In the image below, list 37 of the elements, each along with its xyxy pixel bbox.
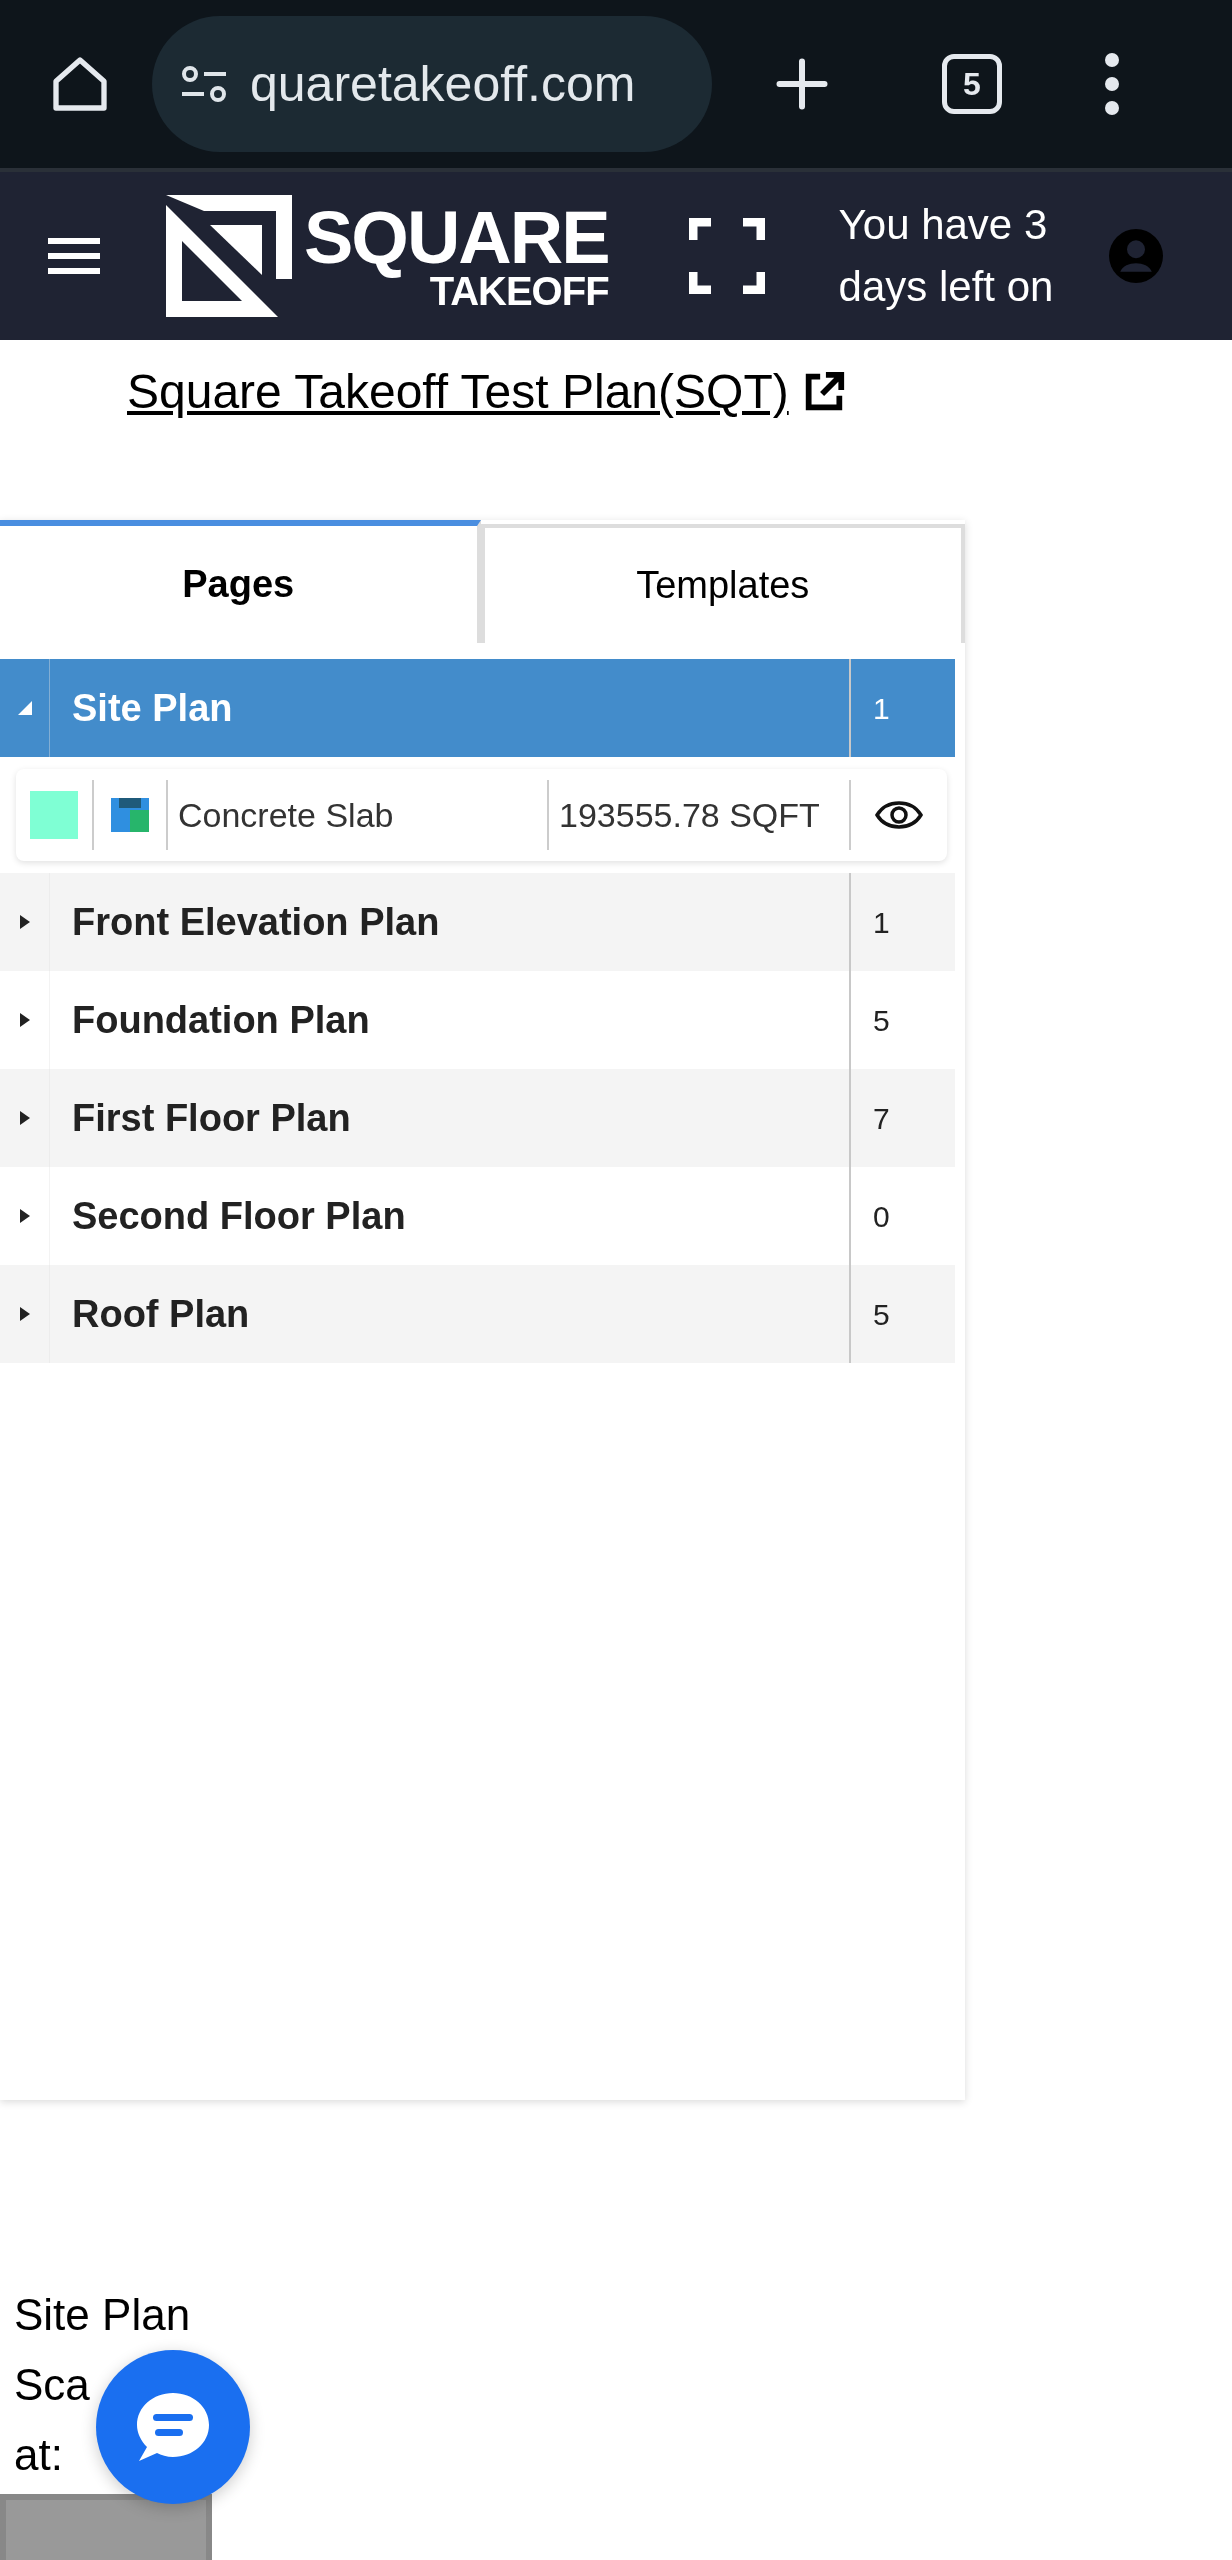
page-info-text: Site Plan xyxy=(14,2289,191,2341)
takeoff-item-row[interactable]: Concrete Slab 193555.78 SQFT xyxy=(16,769,947,861)
page-name: Foundation Plan xyxy=(71,997,371,1043)
more-icon[interactable] xyxy=(1102,52,1122,116)
address-bar[interactable]: quaretakeoff.com xyxy=(152,16,712,152)
area-tool-icon xyxy=(111,798,149,832)
page-count: 1 xyxy=(873,904,890,941)
page-name: Front Elevation Plan xyxy=(71,899,441,945)
page-row[interactable]: First Floor Plan 7 xyxy=(0,1069,955,1167)
page-row[interactable]: Front Elevation Plan 1 xyxy=(0,873,955,971)
page-row[interactable]: Site Plan 1 xyxy=(0,659,955,757)
page-info-text: Sca xyxy=(14,2359,90,2411)
page-row[interactable]: Roof Plan 5 xyxy=(0,1265,955,1363)
page-count: 1 xyxy=(873,690,890,727)
item-quantity: 193555.78 SQFT xyxy=(549,780,851,850)
fullscreen-icon[interactable] xyxy=(688,218,765,294)
color-swatch[interactable] xyxy=(30,791,78,839)
logo-icon xyxy=(166,195,292,317)
logo-subtitle: TAKEOFF xyxy=(429,271,609,311)
page-name: First Floor Plan xyxy=(71,1095,352,1141)
tab-count[interactable]: 5 xyxy=(942,54,1002,114)
panel-tab[interactable]: Pages xyxy=(0,520,481,643)
page-name: Site Plan xyxy=(71,685,234,731)
page-name: Roof Plan xyxy=(71,1291,251,1337)
plan-thumbnail[interactable] xyxy=(0,2494,212,2560)
item-name: Concrete Slab xyxy=(168,780,549,850)
url-text[interactable]: quaretakeoff.com xyxy=(250,46,636,122)
plan-title-link[interactable]: Square Takeoff Test Plan(SQT) xyxy=(127,356,789,428)
page-count: 5 xyxy=(873,1296,890,1333)
page-info-text: at: xyxy=(14,2429,63,2481)
page-count: 7 xyxy=(873,1100,890,1137)
page-name: Second Floor Plan xyxy=(71,1193,407,1239)
menu-icon[interactable] xyxy=(48,236,100,276)
panel-tab[interactable]: Templates xyxy=(480,524,965,643)
page-count: 5 xyxy=(873,1002,890,1039)
trial-notice: You have 3 days left on xyxy=(838,200,1055,312)
page-count: 0 xyxy=(873,1198,890,1235)
